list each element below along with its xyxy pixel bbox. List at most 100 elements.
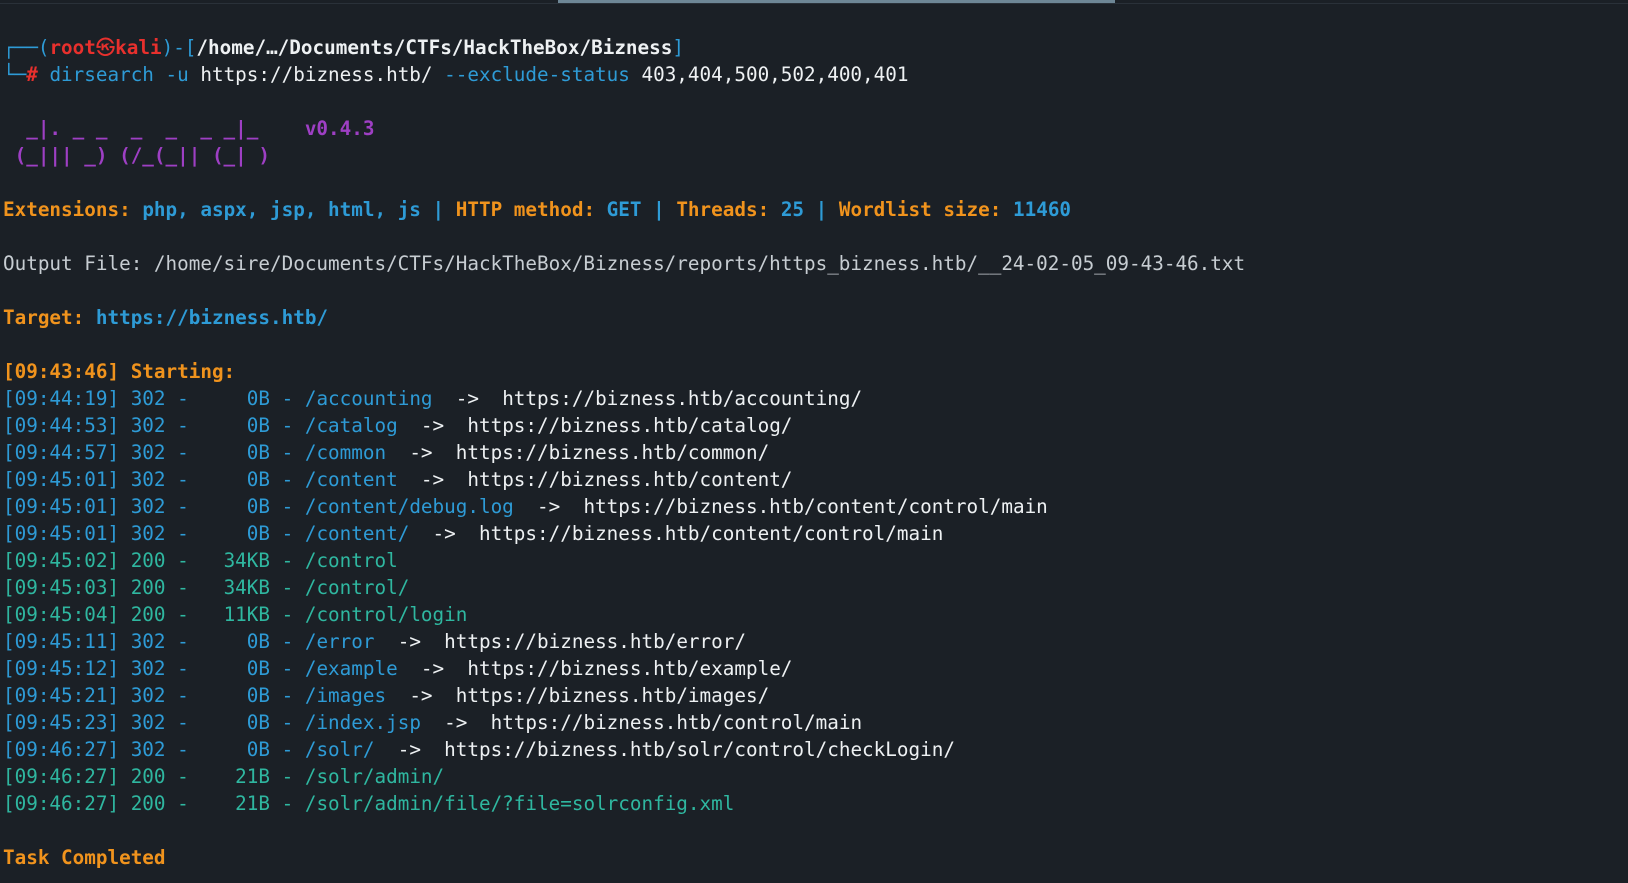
result-size: 11KB <box>200 603 271 626</box>
result-code: 302 <box>130 630 166 653</box>
redirect-arrow-icon: -> <box>513 495 584 518</box>
result-code: 302 <box>130 657 166 680</box>
result-code: 302 <box>130 495 166 518</box>
result-code: 200 <box>130 765 166 788</box>
redirect-arrow-icon: -> <box>409 522 479 545</box>
result-redirect: https://bizness.htb/content/control/main <box>478 522 944 545</box>
command-flag-exclude: --exclude-status <box>444 63 630 86</box>
banner-line-1: _|. _ _ _ _ _ _|_ v0.4.3 <box>3 117 375 140</box>
result-time: [09:45:02] <box>3 549 120 572</box>
redirect-arrow-icon: -> <box>374 630 445 653</box>
result-size: 21B <box>200 765 271 788</box>
method-value: GET <box>606 198 642 221</box>
redirect-arrow-icon: -> <box>420 711 491 734</box>
result-redirect: https://bizness.htb/content/ <box>467 468 793 491</box>
results-list: [09:44:19] 302 - 0B - /accounting -> htt… <box>3 385 1628 817</box>
result-path: /solr/admin/ <box>304 765 445 788</box>
result-row: [09:45:12] 302 - 0B - /example -> https:… <box>3 657 793 680</box>
redirect-arrow-icon: -> <box>386 684 456 707</box>
command-line: └─# dirsearch -u https://bizness.htb/ --… <box>3 63 909 86</box>
target-line: Target: https://bizness.htb/ <box>3 306 329 329</box>
banner-line-2: (_||| _) (/_(_|| (_| ) <box>3 144 270 167</box>
result-redirect: https://bizness.htb/catalog/ <box>467 414 793 437</box>
result-size: 0B <box>200 468 271 491</box>
command-url: https://bizness.htb/ <box>200 63 433 86</box>
result-row: [09:45:03] 200 - 34KB - /control/ <box>3 576 410 599</box>
result-code: 302 <box>130 711 166 734</box>
task-completed-line: Task Completed <box>3 846 166 869</box>
result-time: [09:45:21] <box>3 684 120 707</box>
result-size: 0B <box>200 684 271 707</box>
extensions-value: php, aspx, jsp, html, js <box>142 198 421 221</box>
result-code: 302 <box>130 522 166 545</box>
result-code: 200 <box>130 549 166 572</box>
result-time: [09:45:03] <box>3 576 120 599</box>
prompt-user: root <box>49 36 96 59</box>
terminal-output[interactable]: ┌──(root㉿kali)-[/home/…/Documents/CTFs/H… <box>3 34 1628 871</box>
threads-value: 25 <box>780 198 805 221</box>
result-time: [09:46:27] <box>3 765 120 788</box>
result-redirect: https://bizness.htb/control/main <box>490 711 863 734</box>
result-redirect: https://bizness.htb/example/ <box>467 657 793 680</box>
result-path: /images <box>304 684 387 707</box>
wordlist-value: 11460 <box>1013 198 1072 221</box>
result-row: [09:44:57] 302 - 0B - /common -> https:/… <box>3 441 770 464</box>
result-size: 34KB <box>200 576 271 599</box>
redirect-arrow-icon: -> <box>432 387 503 410</box>
command-name: dirsearch <box>49 63 154 86</box>
command-flag-u: -u <box>165 63 189 86</box>
prompt-host: kali <box>115 36 162 59</box>
result-size: 0B <box>200 414 271 437</box>
result-path: /solr/admin/file/?file=solrconfig.xml <box>304 792 735 815</box>
result-size: 0B <box>200 387 271 410</box>
result-time: [09:44:53] <box>3 414 120 437</box>
scan-info-line: Extensions: php, aspx, jsp, html, js | H… <box>3 198 1072 221</box>
output-file-line: Output File: /home/sire/Documents/CTFs/H… <box>3 252 1246 275</box>
result-row: [09:45:21] 302 - 0B - /images -> https:/… <box>3 684 770 707</box>
result-redirect: https://bizness.htb/common/ <box>455 441 770 464</box>
result-row: [09:45:04] 200 - 11KB - /control/login <box>3 603 468 626</box>
result-path: /solr/ <box>304 738 375 761</box>
result-time: [09:45:01] <box>3 495 120 518</box>
result-row: [09:45:23] 302 - 0B - /index.jsp -> http… <box>3 711 863 734</box>
result-redirect: https://bizness.htb/error/ <box>444 630 746 653</box>
redirect-arrow-icon: -> <box>374 738 445 761</box>
result-row: [09:45:01] 302 - 0B - /content/ -> https… <box>3 522 944 545</box>
redirect-arrow-icon: -> <box>386 441 456 464</box>
result-code: 200 <box>130 576 166 599</box>
result-size: 0B <box>200 522 271 545</box>
result-row: [09:46:27] 302 - 0B - /solr/ -> https://… <box>3 738 955 761</box>
prompt-line: ┌──(root㉿kali)-[/home/…/Documents/CTFs/H… <box>3 36 684 59</box>
version-label: v0.4.3 <box>304 117 375 140</box>
result-size: 0B <box>200 738 271 761</box>
result-path: /content <box>304 468 398 491</box>
result-path: /common <box>304 441 387 464</box>
result-code: 302 <box>130 738 166 761</box>
result-path: /index.jsp <box>304 711 421 734</box>
result-time: [09:45:01] <box>3 522 120 545</box>
prompt-path: /home/…/Documents/CTFs/HackTheBox/Biznes… <box>196 36 673 59</box>
result-time: [09:46:27] <box>3 738 120 761</box>
result-size: 0B <box>200 630 271 653</box>
result-path: /content/ <box>304 522 410 545</box>
result-code: 200 <box>130 792 166 815</box>
result-code: 302 <box>130 387 166 410</box>
redirect-arrow-icon: -> <box>397 657 468 680</box>
result-time: [09:45:11] <box>3 630 120 653</box>
result-row: [09:44:19] 302 - 0B - /accounting -> htt… <box>3 387 863 410</box>
result-code: 200 <box>130 603 166 626</box>
result-redirect: https://bizness.htb/solr/control/checkLo… <box>444 738 955 761</box>
result-time: [09:46:27] <box>3 792 120 815</box>
result-row: [09:46:27] 200 - 21B - /solr/admin/file/… <box>3 792 735 815</box>
target-url: https://bizness.htb/ <box>95 306 329 329</box>
result-path: /content/debug.log <box>304 495 514 518</box>
result-time: [09:44:19] <box>3 387 120 410</box>
redirect-arrow-icon: -> <box>397 468 468 491</box>
result-size: 34KB <box>200 549 271 572</box>
result-size: 0B <box>200 711 271 734</box>
result-redirect: https://bizness.htb/content/control/main <box>583 495 1048 518</box>
result-redirect: https://bizness.htb/images/ <box>455 684 770 707</box>
result-time: [09:45:01] <box>3 468 120 491</box>
result-size: 0B <box>200 657 271 680</box>
result-size: 0B <box>200 495 271 518</box>
